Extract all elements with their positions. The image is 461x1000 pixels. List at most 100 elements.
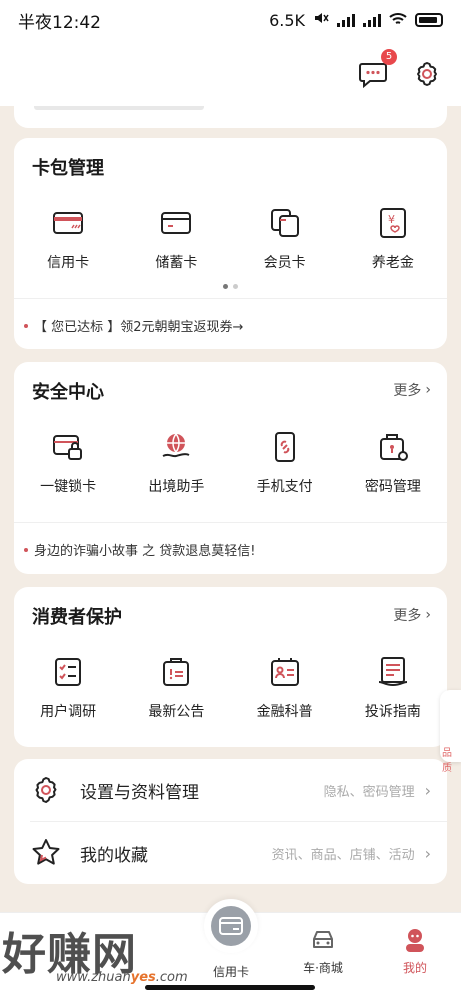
more-label: 更多 [393,608,422,624]
divider [14,298,447,299]
more-label: 更多 [393,383,422,399]
notice-text: 身边的诈骗小故事 之 贷款退息莫轻信! [34,544,256,559]
travel-assistant-entry[interactable]: 出境助手 [122,430,230,496]
user-survey-entry[interactable]: 用户调研 [14,655,122,721]
tab-label: 信用卡 [212,965,249,979]
security-grid: 一键锁卡 出境助手 手机支付 密码管理 [14,430,447,496]
signal-icon [363,13,381,27]
floating-side-tab-label: 品质 [442,748,452,774]
finance-edu-icon [270,658,299,686]
svg-text:¥: ¥ [388,213,395,226]
credit-card-entry[interactable]: 信用卡 [14,206,122,272]
credit-card-tab-icon [211,906,251,946]
settings-profile-row[interactable]: 设置与资料管理 隐私、密码管理 › [14,759,447,821]
tab-mine[interactable]: 我的 [380,927,450,976]
announcement-entry[interactable]: 最新公告 [122,655,230,721]
tab-label: 车·商城 [303,961,343,975]
phone-pay-icon [274,432,295,462]
card-lock-icon [53,435,83,460]
wifi-icon [389,11,407,30]
grid-label: 手机支付 [256,479,313,495]
divider [14,522,447,523]
pension-entry[interactable]: ¥ 养老金 [339,206,447,272]
security-title: 安全中心 [32,382,104,403]
gear-icon [35,777,57,803]
tab-label: 我的 [402,961,427,975]
tab-credit-card[interactable]: 信用卡 [196,957,266,980]
security-notice[interactable]: 身边的诈骗小故事 之 贷款退息莫轻信! [24,540,255,559]
signal-icon [337,13,355,27]
row-label: 我的收藏 [80,845,148,866]
complaint-guide-entry[interactable]: 投诉指南 [339,655,447,721]
member-card-entry[interactable]: 会员卡 [231,206,339,272]
home-indicator [145,985,315,990]
credit-card-tab-bubble[interactable] [204,899,258,953]
bullet-dot [24,323,28,328]
grid-label: 密码管理 [364,479,421,495]
status-time: 半夜12:42 [18,12,101,33]
row-label: 设置与资料管理 [80,782,199,803]
debit-card-icon [161,212,192,234]
debit-card-entry[interactable]: 储蓄卡 [122,206,230,272]
settings-button[interactable] [413,60,441,88]
net-speed: 6.5K [269,10,305,30]
security-section: 安全中心 更多 › 一键锁卡 出境助手 手机支付 密码管理 身边的诈骗小故事 之… [14,362,447,574]
grid-label: 金融科普 [256,704,313,720]
pension-icon: ¥ [379,208,406,238]
previous-card-edge [14,106,447,128]
password-icon [379,434,408,461]
profile-icon [406,929,424,952]
grid-label: 储蓄卡 [155,255,198,271]
grid-label: 养老金 [371,255,414,271]
grid-label: 一键锁卡 [40,479,97,495]
chevron-right-icon: › [425,607,431,623]
grid-label: 投诉指南 [364,704,421,720]
card-pack-grid: 信用卡 储蓄卡 会员卡 ¥ 养老金 [14,206,447,272]
mobile-pay-entry[interactable]: 手机支付 [231,430,339,496]
status-bar: 半夜12:42 6.5K [0,0,461,40]
status-icons: 6.5K [269,10,443,30]
bullet-dot [24,547,28,552]
mute-icon [313,10,329,30]
gear-icon [417,62,437,86]
settings-list: 设置与资料管理 隐私、密码管理 › 我的收藏 资讯、商品、店铺、活动 › [14,759,447,884]
consumer-more-link[interactable]: 更多 › [393,605,431,625]
member-card-icon [270,209,299,237]
card-pack-notice[interactable]: 【 您已达标 】领2元朝朝宝返现券→ [24,316,243,335]
card-pack-title: 卡包管理 [32,158,104,179]
security-more-link[interactable]: 更多 › [393,380,431,400]
complaint-guide-icon [378,657,407,687]
grid-label: 信用卡 [47,255,90,271]
credit-card-icon [53,212,84,234]
globe-hand-icon [162,433,190,458]
consumer-title: 消费者保护 [32,607,122,628]
chevron-right-icon: › [425,382,431,398]
tab-car-mall[interactable]: 车·商城 [288,927,358,976]
grid-label: 最新公告 [148,704,205,720]
notice-text: 【 您已达标 】领2元朝朝宝返现券→ [34,320,244,335]
battery-icon [415,13,443,27]
finance-education-entry[interactable]: 金融科普 [231,655,339,721]
card-pack-section: 卡包管理 信用卡 储蓄卡 会员卡 ¥ 养老金 【 您已达标 】领2元朝朝宝返现券… [14,138,447,349]
star-icon [32,839,60,865]
favorites-row[interactable]: 我的收藏 资讯、商品、店铺、活动 › [14,822,447,884]
consumer-protection-section: 消费者保护 更多 › 用户调研 最新公告 金融科普 投诉指南 [14,587,447,747]
car-icon [313,931,333,948]
consumer-grid: 用户调研 最新公告 金融科普 投诉指南 [14,655,447,721]
message-button[interactable] [358,60,388,89]
page-indicator [223,284,238,289]
grid-label: 出境助手 [148,479,205,495]
survey-icon [55,658,82,686]
row-hint: 资讯、商品、店铺、活动 [271,847,415,863]
card-lock-entry[interactable]: 一键锁卡 [14,430,122,496]
top-header: 5 [0,40,461,106]
password-entry[interactable]: 密码管理 [339,430,447,496]
chevron-right-icon: › [424,843,431,863]
chevron-right-icon: › [424,780,431,800]
announcement-icon [163,658,190,686]
grid-label: 用户调研 [40,704,97,720]
message-icon [359,63,387,89]
row-hint: 隐私、密码管理 [323,784,415,800]
message-badge: 5 [381,49,397,65]
grid-label: 会员卡 [263,255,306,271]
